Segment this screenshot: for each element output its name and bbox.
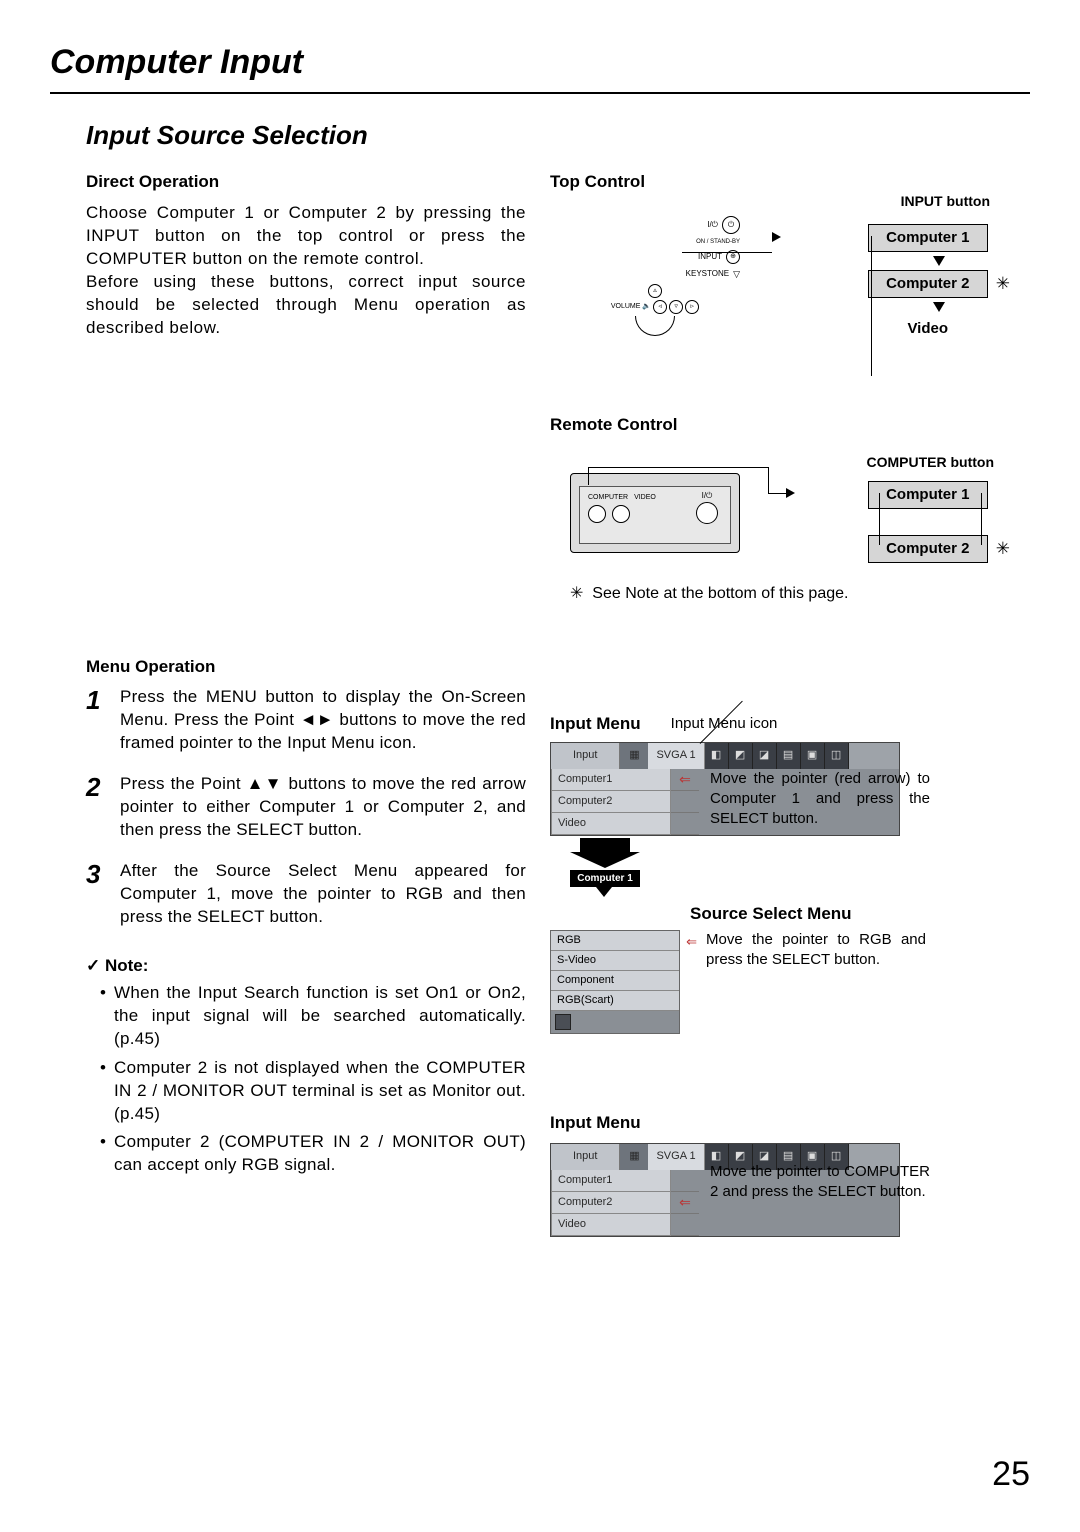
- remote-power-label: I/⏻: [696, 491, 718, 502]
- computer-button-label: COMPUTER button: [866, 453, 994, 472]
- top-control-panel: I/⏻⏻ ON / STAND-BY INPUT⊕ KEYSTONE▽ ▵ VO…: [570, 216, 740, 356]
- standby-label: ON / STAND-BY: [696, 238, 740, 246]
- src-row-rgbscart: RGB(Scart): [551, 991, 679, 1011]
- remote-computer-label: COMPUTER: [588, 493, 628, 502]
- remote-power-button-icon: [696, 502, 718, 524]
- computer1-badge: Computer 1: [570, 870, 640, 887]
- cycle-loop-line: [981, 493, 982, 545]
- input-menu-caption: Move the pointer (red arrow) to Computer…: [710, 769, 930, 830]
- direct-operation-p2: Before using these buttons, correct inpu…: [86, 271, 526, 340]
- cycle-loop-line: [879, 493, 880, 545]
- input-menu2-caption: Move the pointer to COMPUTER 2 and press…: [710, 1162, 930, 1203]
- osd-row-video: Video: [551, 813, 671, 835]
- asterisk-icon: ✳: [570, 585, 583, 602]
- remote-control-heading: Remote Control: [550, 414, 1030, 437]
- connector-line: [588, 467, 768, 468]
- arrow-down-icon: [596, 887, 612, 897]
- osd-row-computer2: Computer2: [551, 1192, 671, 1214]
- direct-operation-heading: Direct Operation: [86, 171, 526, 194]
- cycle-computer2: Computer 2: [868, 270, 988, 298]
- osd-tab-input: Input: [551, 1144, 620, 1170]
- connector-line: [588, 467, 589, 485]
- osd-row-computer1: Computer1: [551, 769, 671, 791]
- arrow-down-icon: [933, 302, 945, 312]
- left-button-icon: ◃: [653, 300, 667, 314]
- menu-operation-heading: Menu Operation: [86, 656, 526, 679]
- remote-cycle-computer1: Computer 1: [868, 481, 988, 509]
- asterisk-icon: ✳: [996, 538, 1010, 561]
- note-item-2: Computer 2 is not displayed when the COM…: [100, 1057, 526, 1126]
- osd-toolbar-icon: ▣: [801, 743, 825, 769]
- cycle-video: Video: [868, 316, 988, 342]
- osd-toolbar-icon: ▤: [777, 743, 801, 769]
- dropdown-arrow-bar: [580, 838, 630, 852]
- osd-toolbar-icon: ◧: [705, 743, 729, 769]
- osd-source-select-menu: RGB S-Video Component RGB(Scart): [550, 930, 680, 1034]
- top-control-heading: Top Control: [550, 171, 1030, 194]
- source-menu-caption: Move the pointer to RGB and press the SE…: [706, 926, 926, 1034]
- note-item-1: When the Input Search function is set On…: [100, 982, 526, 1051]
- osd-row-computer1: Computer1: [551, 1170, 671, 1192]
- cycle-loop-line: [871, 236, 872, 376]
- src-row-component: Component: [551, 971, 679, 991]
- input-menu2-heading: Input Menu: [550, 1112, 1030, 1135]
- osd-selected-icon: ▦: [620, 1144, 648, 1170]
- src-row-svideo: S-Video: [551, 951, 679, 971]
- volume-label: VOLUME: [611, 302, 641, 311]
- step-3-text: After the Source Select Menu appeared fo…: [120, 860, 526, 929]
- keystone-icon: ▽: [733, 268, 740, 280]
- connector-line: [768, 467, 769, 493]
- remote-control-diagram: COMPUTER VIDEO I/⏻: [570, 473, 740, 553]
- note-item-3: Computer 2 (COMPUTER IN 2 / MONITOR OUT)…: [100, 1131, 526, 1177]
- red-pointer-icon: ⇐: [679, 1193, 691, 1212]
- dropdown-arrow-icon: [570, 852, 640, 868]
- connector-line: [682, 252, 772, 253]
- up-button-icon: ▵: [648, 284, 662, 298]
- red-pointer-icon: ⇐: [679, 770, 691, 789]
- arrow-right-icon: [786, 488, 795, 498]
- power-button-icon: ⏻: [722, 216, 740, 234]
- src-row-rgb: RGB: [551, 931, 679, 951]
- osd-mode: SVGA 1: [648, 743, 704, 769]
- connector-line: [768, 493, 786, 494]
- note-heading: ✓ Note:: [86, 955, 526, 978]
- asterisk-icon: ✳: [996, 273, 1010, 296]
- section-title: Input Source Selection: [86, 118, 1030, 153]
- osd-toolbar-icon: ◩: [729, 743, 753, 769]
- arrow-down-icon: [933, 256, 945, 266]
- power-symbol: I/⏻: [707, 220, 718, 231]
- step-2-text: Press the Point ▲▼ buttons to move the r…: [120, 773, 526, 842]
- step-number-2: 2: [86, 773, 120, 842]
- cycle-computer1: Computer 1: [868, 224, 988, 252]
- page-number: 25: [992, 1452, 1030, 1498]
- step-1-text: Press the MENU button to display the On-…: [120, 686, 526, 755]
- input-button-label: INPUT button: [901, 192, 990, 211]
- down-button-icon: ▿: [669, 300, 683, 314]
- osd-mode: SVGA 1: [648, 1144, 704, 1170]
- osd-selected-icon: ▦: [620, 743, 648, 769]
- osd-toolbar-icon: ◫: [825, 743, 849, 769]
- osd-toolbar-icon: ◪: [753, 743, 777, 769]
- keystone-label: KEYSTONE: [686, 269, 729, 280]
- panel-arc: [635, 316, 675, 336]
- asterisk-note-text: See Note at the bottom of this page.: [592, 585, 848, 602]
- input-menu-heading: Input Menu: [550, 713, 641, 736]
- remote-video-label: VIDEO: [634, 493, 656, 502]
- remote-computer-button-icon: [588, 505, 606, 523]
- osd-row-video: Video: [551, 1214, 671, 1236]
- remote-video-button-icon: [612, 505, 630, 523]
- osd-tab-input: Input: [551, 743, 620, 769]
- arrow-right-icon: [772, 232, 781, 242]
- direct-operation-p1: Choose Computer 1 or Computer 2 by press…: [86, 202, 526, 271]
- page-title: Computer Input: [50, 40, 1030, 94]
- back-icon: [555, 1014, 571, 1030]
- speaker-icon: 🔈: [642, 302, 651, 311]
- step-number-3: 3: [86, 860, 120, 929]
- source-select-menu-heading: Source Select Menu: [690, 903, 1030, 926]
- step-number-1: 1: [86, 686, 120, 755]
- remote-cycle-computer2: Computer 2: [868, 535, 988, 563]
- input-label: INPUT: [698, 252, 722, 263]
- osd-row-computer2: Computer2: [551, 791, 671, 813]
- right-button-icon: ▹: [685, 300, 699, 314]
